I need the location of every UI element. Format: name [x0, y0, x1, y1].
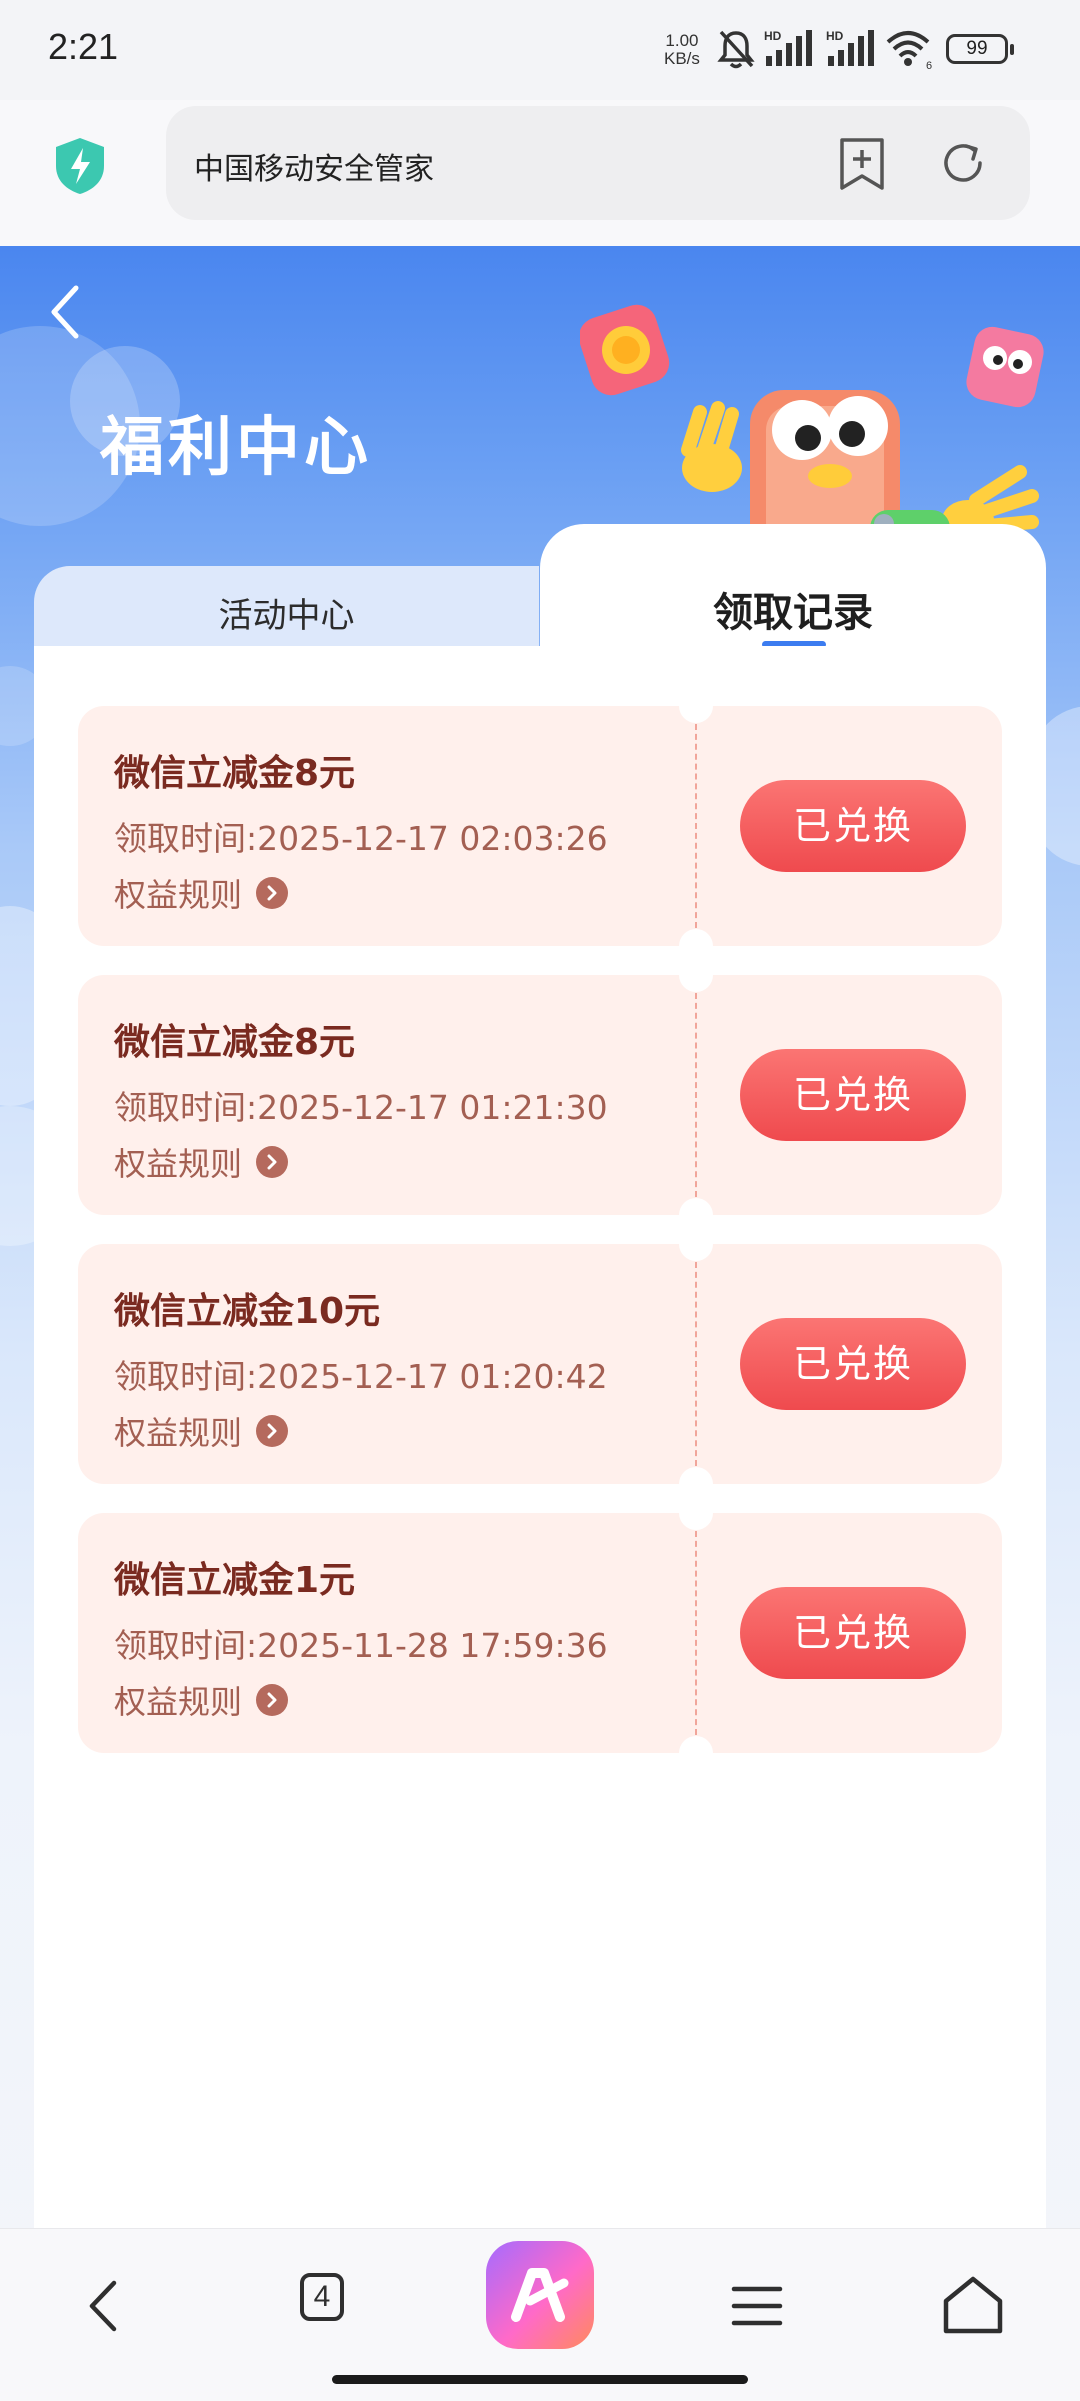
claim-time: 领取时间:2025-12-17 01:20:42: [114, 1350, 608, 1398]
claim-time-label: 领取时间:: [114, 819, 258, 858]
reward-title: 微信立减金1元: [114, 1560, 356, 1601]
card-divider: [695, 724, 697, 928]
status-time: 2:21: [48, 26, 119, 67]
network-speed-unit: KB/s: [664, 49, 700, 68]
signal-icon-2: HD: [826, 29, 874, 66]
address-bar[interactable]: 中国移动安全管家: [166, 106, 1030, 220]
battery-indicator: 99: [946, 34, 1014, 64]
reload-icon[interactable]: [936, 136, 990, 190]
home-icon[interactable]: [936, 2269, 1010, 2343]
shield-icon[interactable]: [54, 136, 106, 196]
mascot-illustration: [580, 304, 1044, 550]
wifi-icon: 6: [886, 31, 932, 70]
record-card: 微信立减金8元 领取时间:2025-12-17 01:21:30 权益规则 已兑…: [78, 958, 1002, 1232]
claim-time-value: 2025-12-17 02:03:26: [257, 819, 608, 858]
claim-time: 领取时间:2025-12-17 02:03:26: [114, 812, 608, 860]
claim-time-value: 2025-12-17 01:21:30: [257, 1088, 608, 1127]
chevron-right-icon[interactable]: [256, 1415, 289, 1447]
redeemed-button[interactable]: 已兑换: [740, 1587, 966, 1679]
card-divider: [695, 1531, 697, 1735]
chevron-right-icon[interactable]: [256, 1146, 289, 1178]
reward-title: 微信立减金8元: [114, 1022, 356, 1063]
menu-icon[interactable]: [720, 2269, 794, 2343]
page-title-url[interactable]: 中国移动安全管家: [194, 144, 434, 188]
reward-title: 微信立减金10元: [114, 1291, 381, 1332]
claim-time: 领取时间:2025-12-17 01:21:30: [114, 1081, 608, 1129]
tab-count-button[interactable]: 4: [300, 2273, 344, 2321]
record-card: 微信立减金10元 领取时间:2025-12-17 01:20:42 权益规则 已…: [78, 1227, 1002, 1501]
rules-link[interactable]: 权益规则: [114, 870, 289, 916]
browser-toolbar: 中国移动安全管家: [0, 100, 1080, 246]
rules-link[interactable]: 权益规则: [114, 1677, 289, 1723]
back-arrow-icon[interactable]: [46, 282, 86, 342]
rules-label[interactable]: 权益规则: [114, 1408, 242, 1454]
signal-icon: HD: [764, 29, 812, 66]
chevron-right-icon[interactable]: [256, 877, 289, 909]
rules-link[interactable]: 权益规则: [114, 1139, 289, 1185]
tab-label: 活动中心: [218, 596, 355, 636]
claim-time-label: 领取时间:: [114, 1088, 258, 1127]
network-speed: 1.00 KB/s: [664, 32, 700, 68]
gesture-home-indicator[interactable]: [332, 2375, 748, 2384]
redeemed-button[interactable]: 已兑换: [740, 1318, 966, 1410]
rules-label[interactable]: 权益规则: [114, 870, 242, 916]
claim-time-value: 2025-11-28 17:59:36: [257, 1626, 608, 1665]
redeemed-button[interactable]: 已兑换: [740, 1049, 966, 1141]
page-title: 福利中心: [100, 411, 372, 485]
tab-activity-center[interactable]: 活动中心: [34, 566, 539, 646]
claim-time: 领取时间:2025-11-28 17:59:36: [114, 1619, 608, 1667]
tab-claim-records[interactable]: 领取记录: [540, 524, 1046, 646]
bookmark-add-icon[interactable]: [836, 136, 888, 192]
claim-time-label: 领取时间:: [114, 1626, 258, 1665]
redeemed-button[interactable]: 已兑换: [740, 780, 966, 872]
claim-time-label: 领取时间:: [114, 1357, 258, 1396]
rules-label[interactable]: 权益规则: [114, 1139, 242, 1185]
status-bar: 2:21 1.00 KB/s HD HD 6 99: [0, 0, 1080, 100]
reward-title: 微信立减金8元: [114, 753, 356, 794]
rules-link[interactable]: 权益规则: [114, 1408, 289, 1454]
network-speed-value: 1.00: [665, 31, 699, 50]
claim-time-value: 2025-12-17 01:20:42: [257, 1357, 608, 1396]
bell-muted-icon: [717, 30, 755, 69]
wifi-label: 6: [926, 60, 932, 70]
svg-text:HD: HD: [826, 29, 844, 43]
record-card: 微信立减金1元 领取时间:2025-11-28 17:59:36 权益规则 已兑…: [78, 1496, 1002, 1770]
svg-text:HD: HD: [764, 29, 782, 43]
nav-back-icon[interactable]: [70, 2269, 144, 2343]
rules-label[interactable]: 权益规则: [114, 1677, 242, 1723]
card-divider: [695, 1262, 697, 1466]
card-divider: [695, 993, 697, 1197]
chevron-right-icon[interactable]: [256, 1684, 289, 1716]
tab-label: 领取记录: [713, 590, 873, 636]
ai-assistant-icon[interactable]: [486, 2241, 594, 2349]
ai-assistant-button[interactable]: [486, 2241, 594, 2349]
record-card: 微信立减金8元 领取时间:2025-12-17 02:03:26 权益规则 已兑…: [78, 689, 1002, 963]
